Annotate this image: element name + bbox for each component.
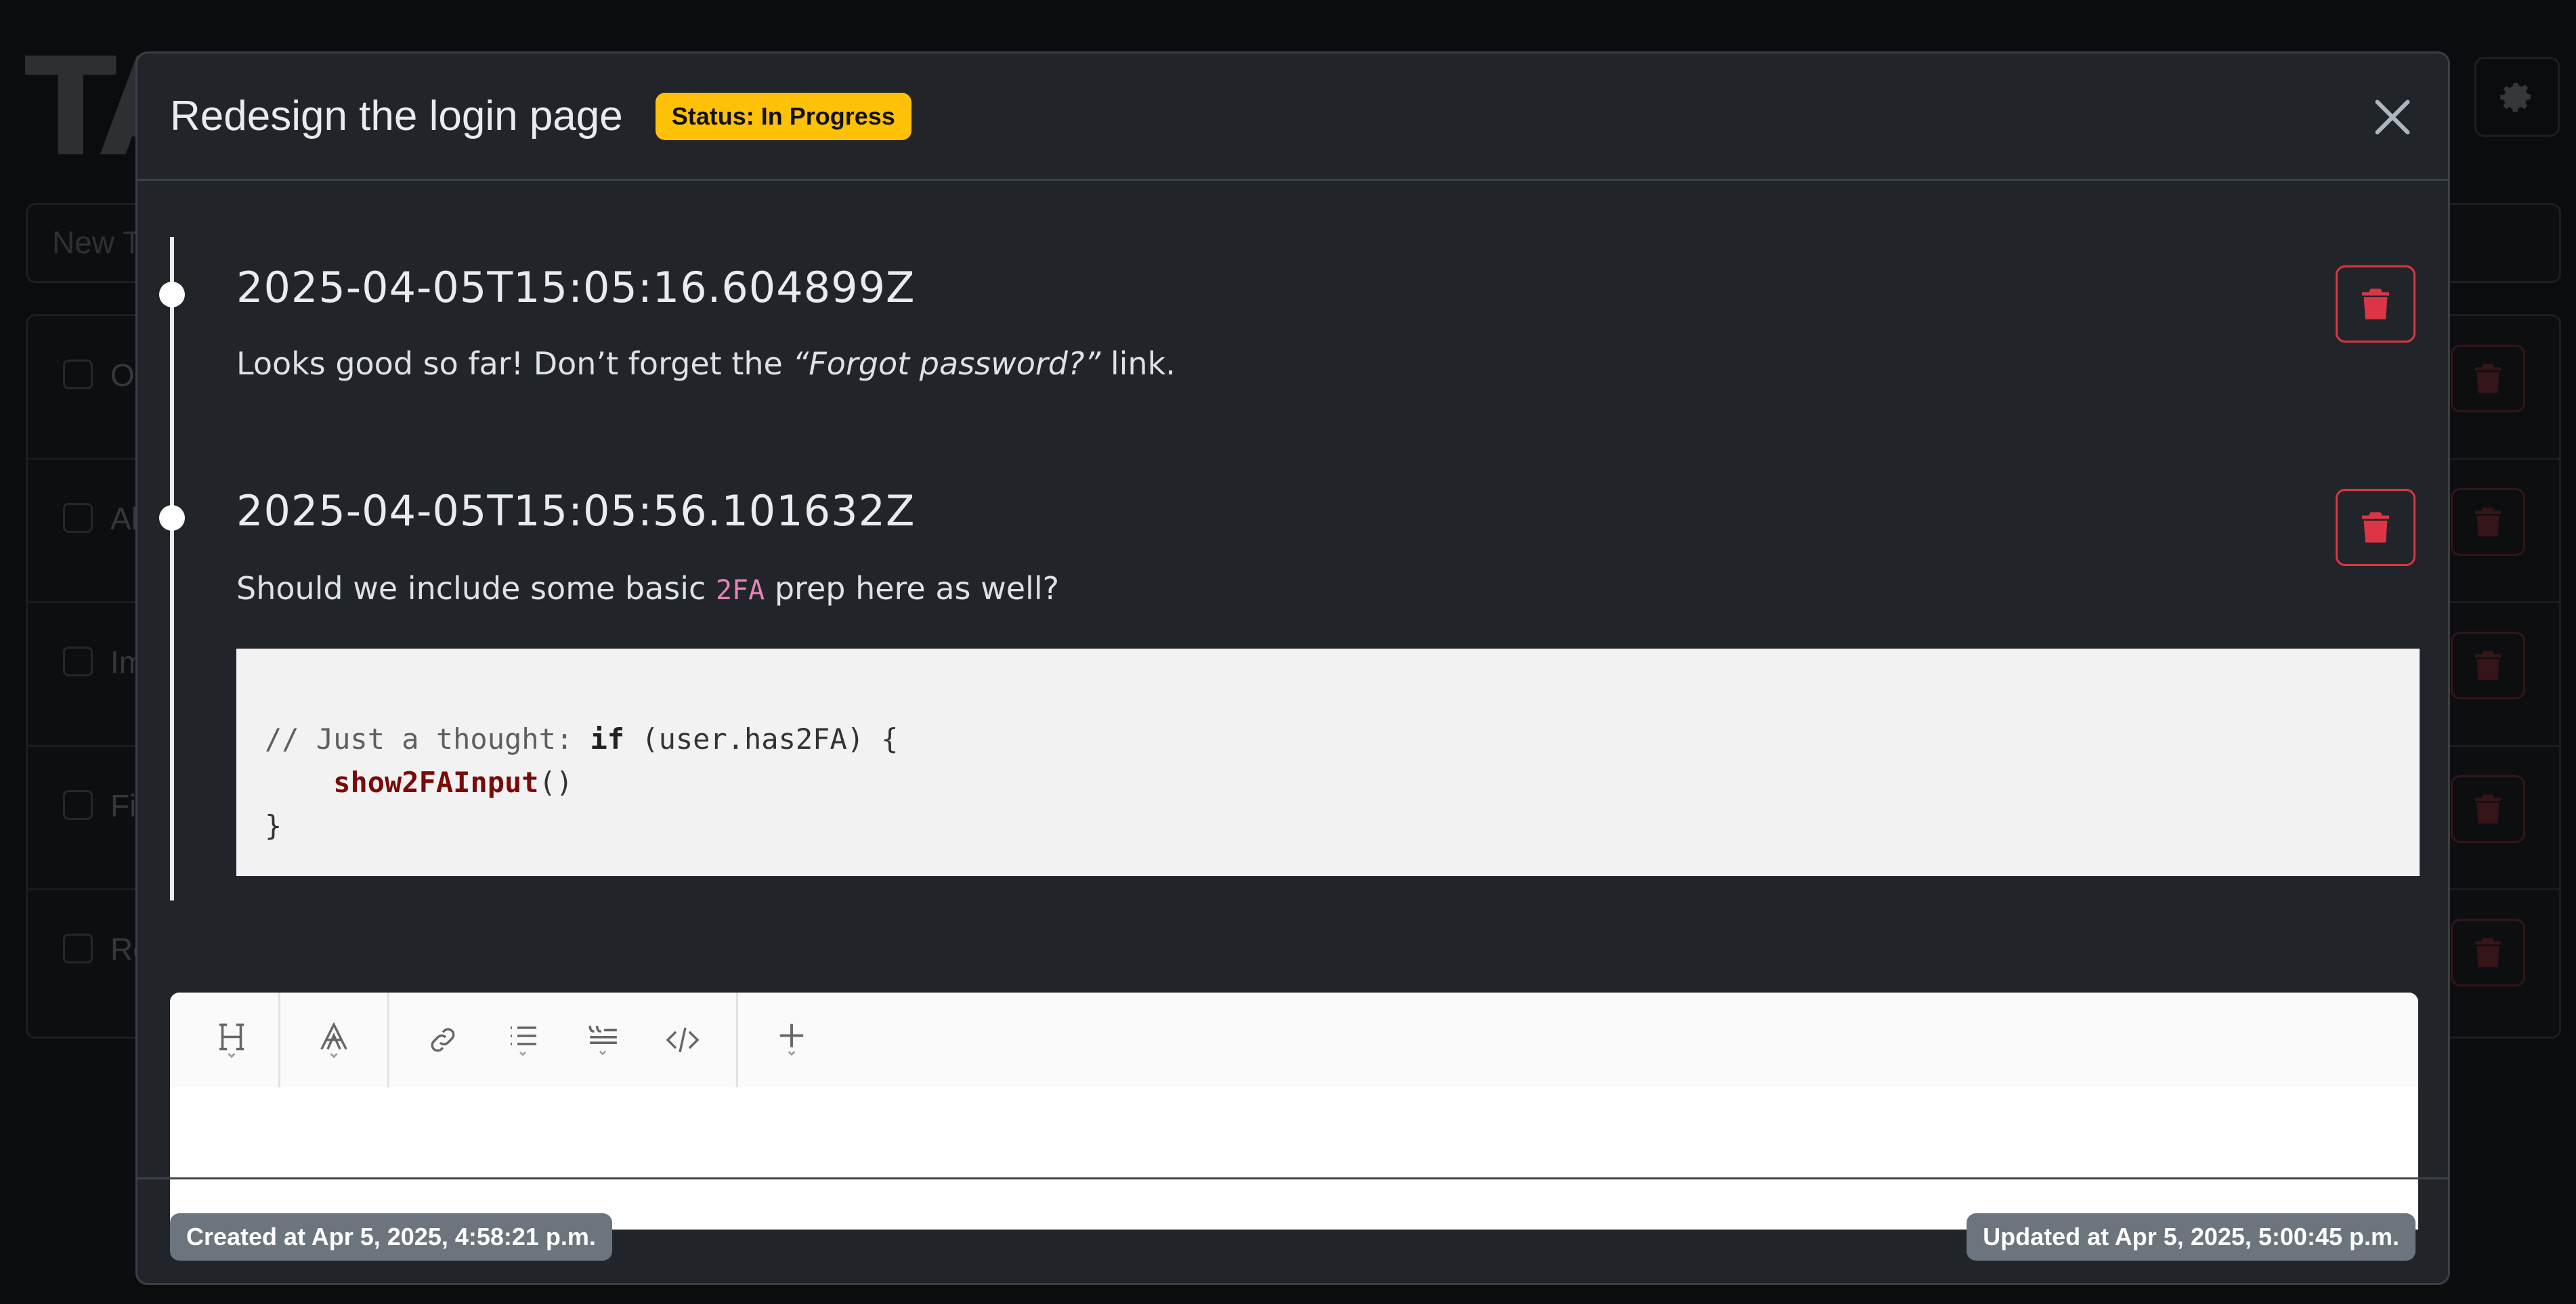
heading-button[interactable] (192, 993, 272, 1087)
code-condition: (user.has2FA) { (624, 722, 899, 756)
comment-text: Should we include some basic 2FA prep he… (236, 570, 1059, 607)
quote-icon (588, 1026, 617, 1056)
task-detail-modal: Redesign the login page Status: In Progr… (135, 51, 2450, 1285)
timeline-dot (159, 505, 185, 531)
editor-toolbar (170, 993, 2418, 1087)
code-block: // Just a thought: if (user.has2FA) { sh… (236, 649, 2420, 876)
code-parens: () (538, 766, 574, 799)
code-icon (666, 1027, 700, 1053)
code-button[interactable] (643, 993, 723, 1087)
modal-header: Redesign the login page Status: In Progr… (137, 53, 2448, 181)
quote-button[interactable] (563, 993, 643, 1087)
close-icon (2375, 100, 2410, 135)
link-button[interactable] (403, 993, 483, 1087)
modal-body: 2025-04-05T15:05:16.604899Z Looks good s… (137, 183, 2448, 1230)
comment-timestamp: 2025-04-05T15:05:56.101632Z (236, 486, 916, 536)
modal-footer: Created at Apr 5, 2025, 4:58:21 p.m. Upd… (137, 1177, 2448, 1283)
heading-icon (219, 1023, 244, 1058)
comment-text-part: Should we include some basic (236, 570, 716, 607)
comment-timestamp: 2025-04-05T15:05:16.604899Z (236, 263, 916, 312)
trash-icon (2362, 512, 2389, 543)
code-function: show2FAInput (333, 766, 539, 799)
link-icon (431, 1028, 455, 1052)
delete-comment-button[interactable] (2336, 489, 2416, 566)
list-button[interactable] (483, 993, 563, 1087)
code-comment: // Just a thought: (265, 722, 591, 756)
trash-icon (2362, 288, 2389, 320)
inline-code: 2FA (715, 575, 765, 606)
status-badge: Status: In Progress (655, 92, 911, 140)
created-at-badge: Created at Apr 5, 2025, 4:58:21 p.m. (170, 1213, 612, 1261)
modal-title: Redesign the login page (170, 93, 623, 139)
updated-at-badge: Updated at Apr 5, 2025, 5:00:45 p.m. (1967, 1213, 2416, 1261)
timeline-dot (159, 282, 185, 307)
close-button[interactable] (2367, 91, 2418, 143)
comment-text-emphasis: “Forgot password?” (792, 345, 1101, 382)
timeline-line (170, 237, 174, 900)
code-keyword: if (590, 722, 625, 756)
plus-icon (779, 1024, 804, 1056)
code-closing: } (265, 809, 282, 842)
comment-text-part: link. (1100, 345, 1176, 382)
text-style-icon (320, 1022, 347, 1058)
comment-text: Looks good so far! Don’t forget the “For… (236, 345, 1176, 382)
insert-button[interactable] (752, 993, 832, 1087)
comment-text-part: prep here as well? (765, 570, 1060, 607)
comment-text-part: Looks good so far! Don’t forget the (236, 345, 793, 382)
delete-comment-button[interactable] (2336, 265, 2416, 343)
list-icon (511, 1026, 536, 1056)
text-style-button[interactable] (294, 993, 374, 1087)
